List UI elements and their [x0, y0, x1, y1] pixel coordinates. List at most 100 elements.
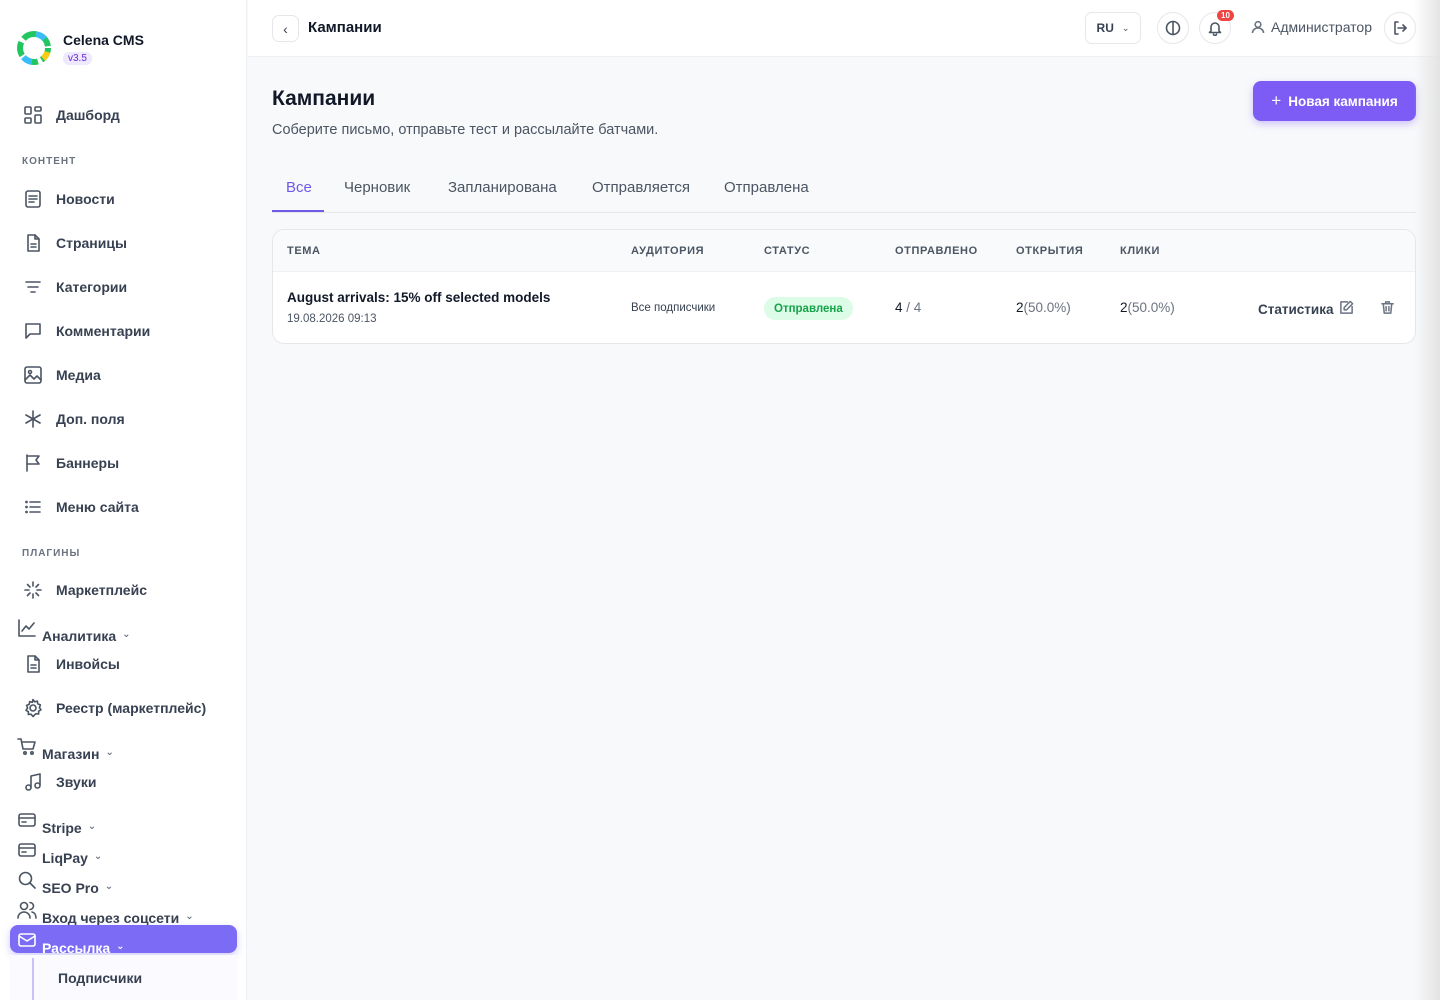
sidebar-item-analytics[interactable]: Аналитика ⌄: [16, 619, 131, 646]
list-icon: [22, 496, 44, 518]
campaigns-table: ТЕМА АУДИТОРИЯ СТАТУС ОТПРАВЛЕНО ОТКРЫТИ…: [272, 229, 1416, 344]
submenu-line: [32, 958, 34, 1000]
sidebar-item-label: Новости: [56, 191, 115, 207]
sidebar-item-label: Рассылка: [42, 940, 111, 956]
chevron-down-icon: ⌄: [105, 746, 114, 758]
sidebar-item-label: SEO Pro: [42, 880, 99, 896]
column-header-audience: АУДИТОРИЯ: [631, 245, 705, 257]
sidebar-item-media[interactable]: Медиа: [22, 363, 101, 387]
active-tab-indicator: [272, 210, 324, 212]
user-icon: [1251, 20, 1265, 34]
sidebar-item-stripe[interactable]: Stripe ⌄: [16, 813, 97, 838]
tab-scheduled[interactable]: Запланирована: [448, 179, 557, 196]
campaign-opens: 2(50.0%): [1016, 300, 1071, 315]
topbar-title: Кампании: [308, 19, 382, 36]
column-header-status: СТАТУС: [764, 245, 811, 257]
sidebar-item-shop[interactable]: Магазин ⌄: [16, 738, 114, 764]
contrast-icon: [1165, 20, 1181, 36]
sidebar-item-categories[interactable]: Категории: [22, 275, 127, 299]
search-icon: [16, 869, 38, 891]
chevron-down-icon: ⌄: [87, 820, 97, 832]
sidebar-item-extra-fields[interactable]: Доп. поля: [22, 407, 125, 431]
chevron-down-icon: ⌄: [122, 628, 131, 640]
user-menu[interactable]: Администратор: [1251, 19, 1372, 35]
mail-icon: [16, 929, 38, 951]
bell-icon: [1208, 22, 1222, 36]
new-campaign-button[interactable]: + Новая кампания: [1253, 81, 1416, 121]
opens-count: 2: [1016, 300, 1024, 315]
credit-card-icon: [16, 839, 38, 861]
notifications-button[interactable]: 10: [1199, 10, 1234, 44]
sidebar-item-label: Маркетплейс: [56, 582, 147, 598]
sidebar-item-sounds[interactable]: Звуки: [22, 770, 96, 794]
loader-icon: [22, 579, 44, 601]
sidebar-item-label: LiqPay: [42, 850, 88, 866]
tab-sending[interactable]: Отправляется: [592, 179, 690, 196]
logout-button[interactable]: [1384, 12, 1416, 44]
campaign-subject[interactable]: August arrivals: 15% off selected models: [287, 290, 550, 305]
tab-draft[interactable]: Черновик: [344, 179, 410, 196]
sidebar-item-label: Комментарии: [56, 323, 151, 339]
sent-count: 4: [895, 300, 903, 315]
flag-icon: [22, 452, 44, 474]
brand-name: Celena CMS: [63, 32, 144, 48]
filter-icon: [22, 276, 44, 298]
music-icon: [22, 771, 44, 793]
sidebar-item-label: Категории: [56, 279, 128, 295]
language-select[interactable]: RU ⌄: [1085, 12, 1141, 44]
dashboard-icon: [22, 104, 44, 126]
status-badge: Отправлена: [764, 297, 853, 320]
language-value: RU: [1096, 21, 1114, 35]
trash-icon[interactable]: [1380, 300, 1396, 316]
opens-percent: (50.0%): [1023, 300, 1071, 315]
column-header-subject: ТЕМА: [287, 245, 321, 257]
notifications-badge: 10: [1217, 10, 1234, 21]
status-tabs: Все Черновик Запланирована Отправляется …: [272, 165, 1416, 213]
page-title: Кампании: [272, 87, 376, 110]
sidebar-item-site-menu[interactable]: Меню сайта: [22, 495, 139, 519]
brand[interactable]: Celena CMS v3.5: [15, 29, 144, 67]
sent-total: / 4: [906, 300, 922, 315]
tab-all[interactable]: Все: [286, 179, 312, 196]
campaign-clicks: 2(50.0%): [1120, 300, 1175, 315]
sidebar-item-label: Магазин: [42, 746, 100, 762]
statistics-link[interactable]: Статистика: [1258, 302, 1333, 317]
credit-card-icon: [16, 809, 38, 831]
campaign-audience: Все подписчики: [631, 302, 716, 314]
sidebar-item-pages[interactable]: Страницы: [22, 231, 127, 255]
page-icon: [22, 232, 44, 254]
sidebar-item-news[interactable]: Новости: [22, 187, 115, 211]
sidebar-subitem-subscribers[interactable]: Подписчики: [58, 966, 142, 990]
topbar: ‹ Кампании RU ⌄ 10 Администратор: [248, 0, 1440, 57]
edit-icon[interactable]: [1339, 300, 1355, 316]
tab-sent[interactable]: Отправлена: [724, 179, 809, 196]
column-header-sent: ОТПРАВЛЕНО: [895, 245, 978, 257]
asterisk-icon: [22, 408, 44, 430]
sidebar-item-marketplace[interactable]: Маркетплейс: [22, 578, 147, 602]
sidebar-item-label: Баннеры: [56, 455, 120, 471]
back-button[interactable]: ‹: [272, 15, 299, 42]
sidebar-item-dashboard[interactable]: Дашборд: [22, 103, 120, 127]
campaign-sent: 4 / 4: [895, 300, 921, 315]
sidebar-item-registry[interactable]: Реестр (маркетплейс): [22, 696, 206, 720]
logout-icon: [1394, 21, 1407, 35]
clicks-count: 2: [1120, 300, 1128, 315]
sidebar-item-banners[interactable]: Баннеры: [22, 451, 119, 475]
comment-icon: [22, 320, 44, 342]
chevron-left-icon: ‹: [283, 20, 288, 37]
sidebar: Celena CMS v3.5 Дашборд КОНТЕНТ Новости …: [0, 0, 247, 1000]
theme-toggle-button[interactable]: [1157, 12, 1189, 44]
campaign-date: 19.08.2026 09:13: [287, 313, 377, 325]
sidebar-item-liqpay[interactable]: LiqPay ⌄: [16, 843, 102, 868]
sidebar-item-comments[interactable]: Комментарии: [22, 319, 150, 343]
gear-icon: [22, 697, 44, 719]
scroll-shadow: [1414, 0, 1440, 1000]
invoice-icon: [22, 653, 44, 675]
section-label-content: КОНТЕНТ: [22, 156, 77, 167]
sidebar-item-seo-pro[interactable]: SEO Pro ⌄: [16, 871, 113, 898]
table-row[interactable]: August arrivals: 15% off selected models…: [273, 273, 1415, 343]
image-icon: [22, 364, 44, 386]
sidebar-item-invoices[interactable]: Инвойсы: [22, 652, 120, 676]
new-campaign-label: Новая кампания: [1288, 93, 1398, 109]
chevron-down-icon: ⌄: [185, 910, 194, 922]
